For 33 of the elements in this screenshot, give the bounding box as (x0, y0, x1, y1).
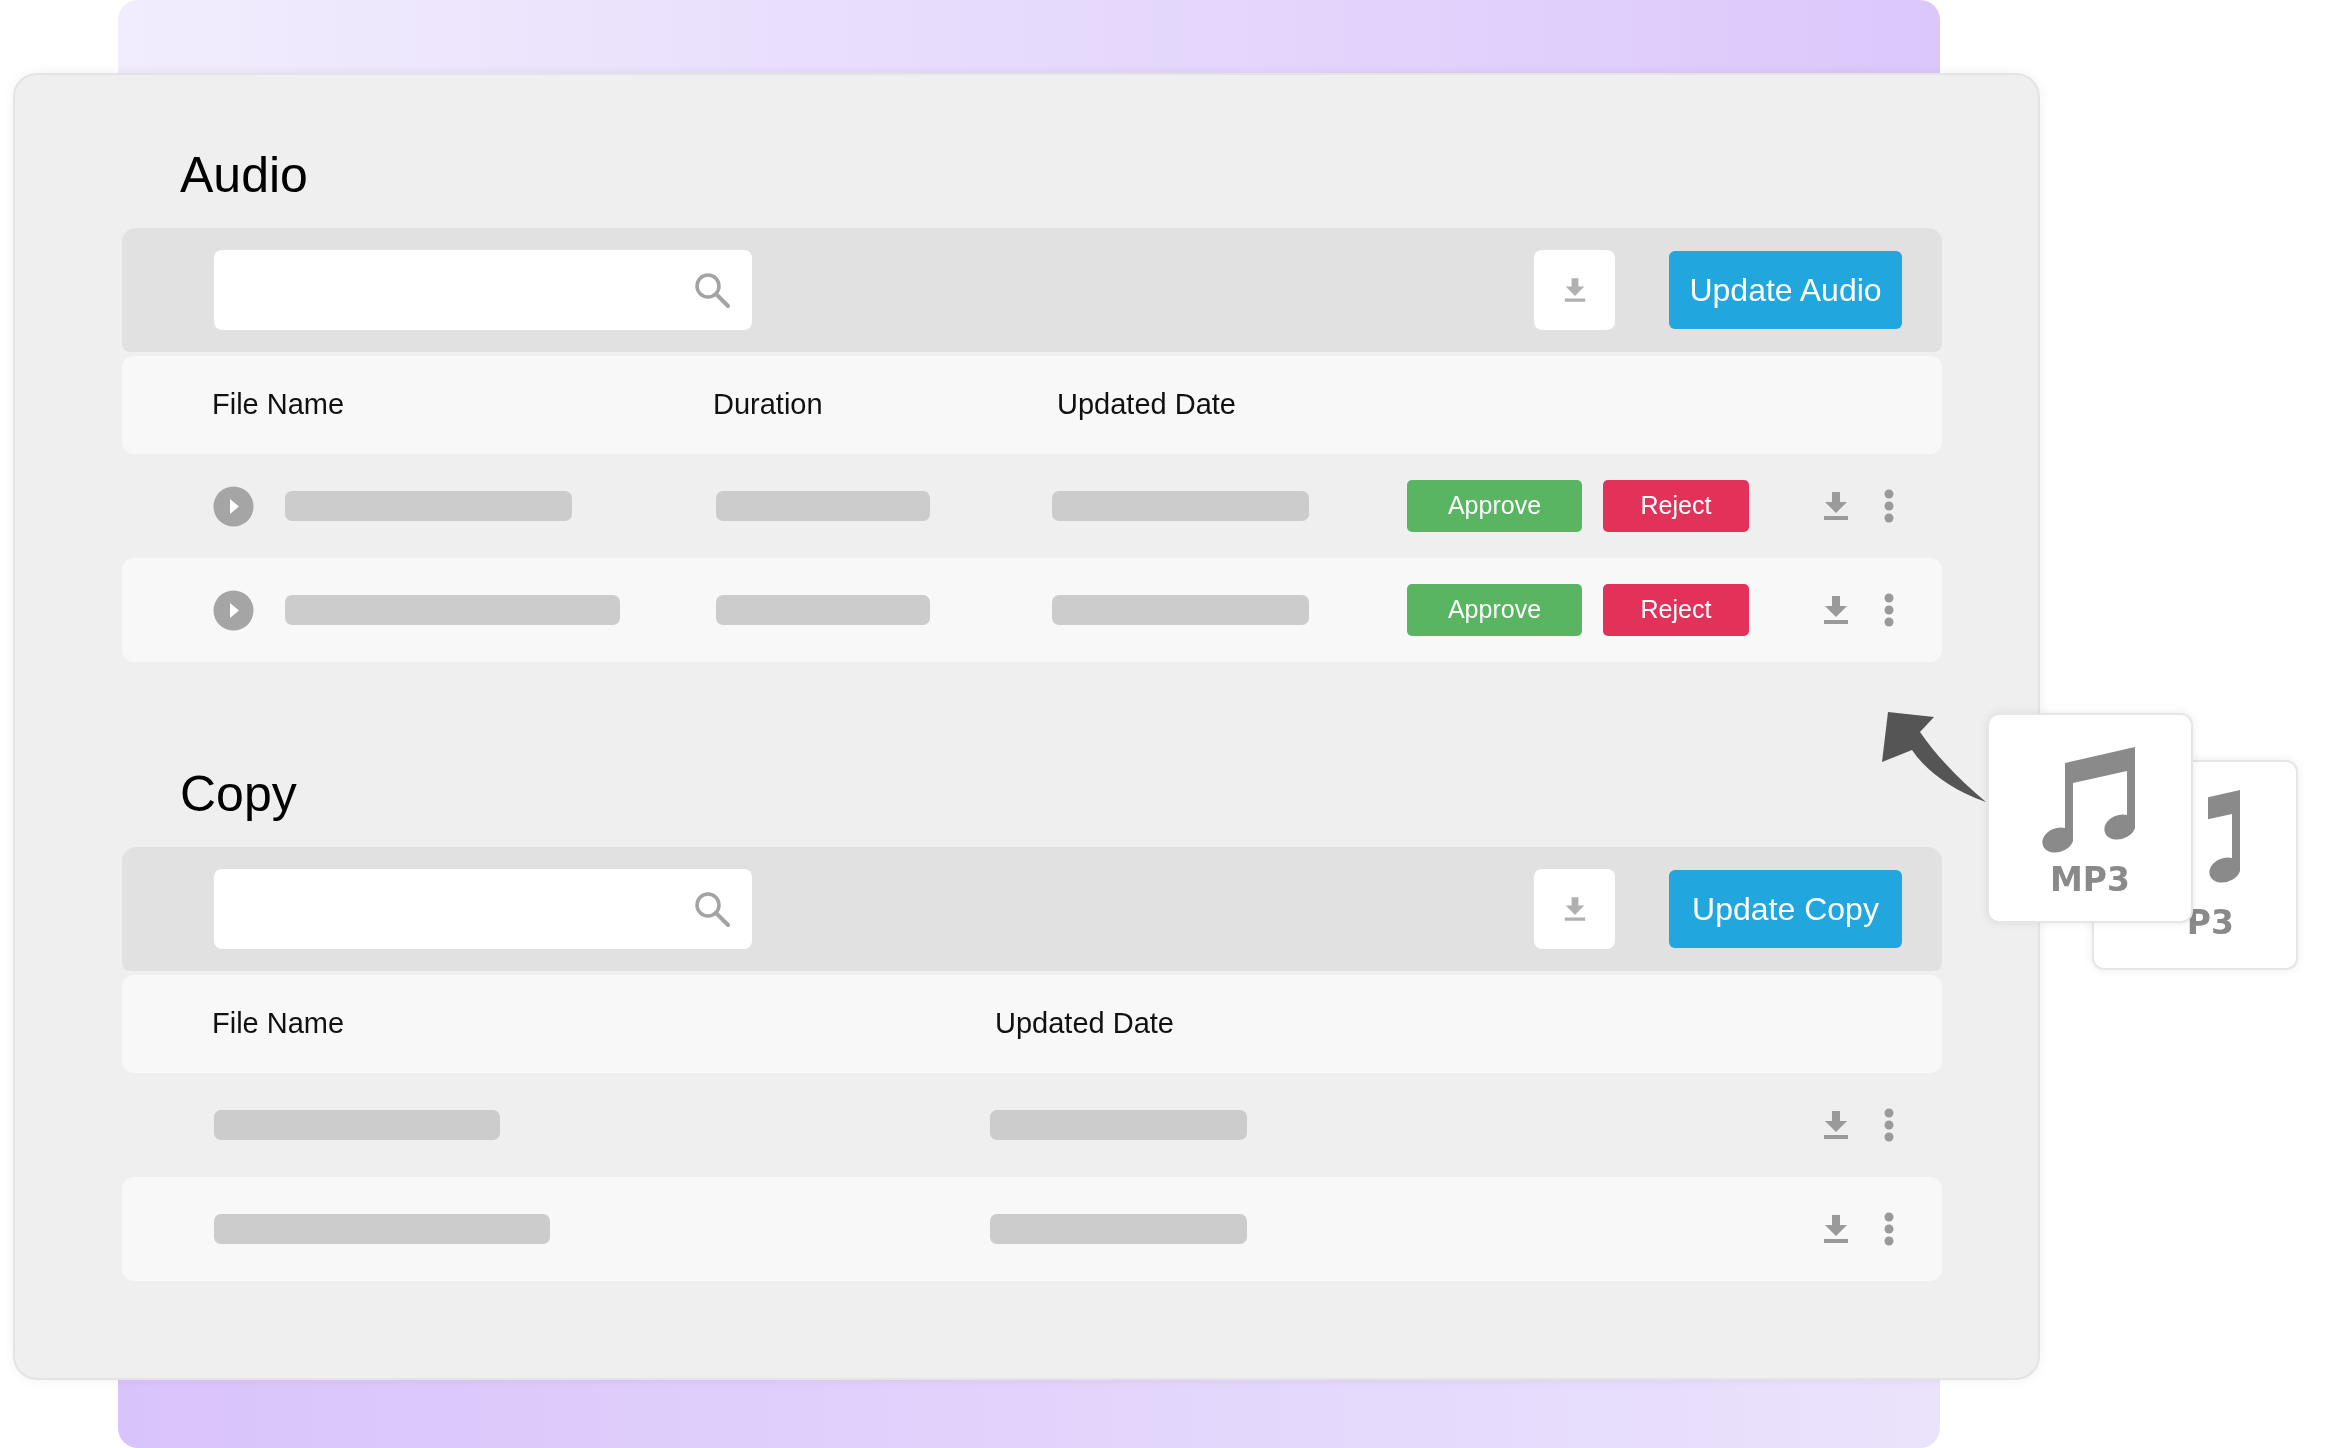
play-icon[interactable] (213, 485, 254, 527)
more-icon[interactable] (1884, 1212, 1894, 1246)
download-button[interactable] (1534, 869, 1615, 949)
file-type-label: MP3 (2050, 859, 2130, 901)
reject-button[interactable]: Reject (1603, 480, 1749, 532)
more-icon[interactable] (1884, 1108, 1894, 1142)
download-icon (1563, 277, 1586, 303)
file-type-label: P3 (2186, 902, 2234, 944)
column-header: Duration (713, 388, 823, 421)
section-title: Audio (180, 146, 308, 205)
update-button[interactable]: Update Audio (1669, 251, 1902, 329)
download-icon (1563, 896, 1586, 922)
download-button[interactable] (1534, 250, 1615, 330)
search-icon (694, 272, 730, 308)
download-icon[interactable] (1823, 492, 1849, 520)
column-header: Updated Date (1057, 388, 1236, 421)
search-field[interactable] (214, 869, 752, 949)
search-field[interactable] (214, 250, 752, 330)
download-icon[interactable] (1823, 1215, 1849, 1243)
approve-button[interactable]: Approve (1407, 480, 1582, 532)
download-icon[interactable] (1823, 596, 1849, 624)
search-icon (694, 891, 730, 927)
section-title: Copy (180, 765, 297, 824)
more-icon[interactable] (1884, 593, 1894, 627)
update-button[interactable]: Update Copy (1669, 870, 1902, 948)
more-icon[interactable] (1884, 489, 1894, 523)
column-header: Updated Date (995, 1007, 1174, 1040)
download-icon[interactable] (1823, 1111, 1849, 1139)
approve-button[interactable]: Approve (1407, 584, 1582, 636)
reject-button[interactable]: Reject (1603, 584, 1749, 636)
play-icon[interactable] (213, 589, 254, 631)
column-header: File Name (212, 1007, 345, 1040)
column-header: File Name (212, 388, 345, 421)
